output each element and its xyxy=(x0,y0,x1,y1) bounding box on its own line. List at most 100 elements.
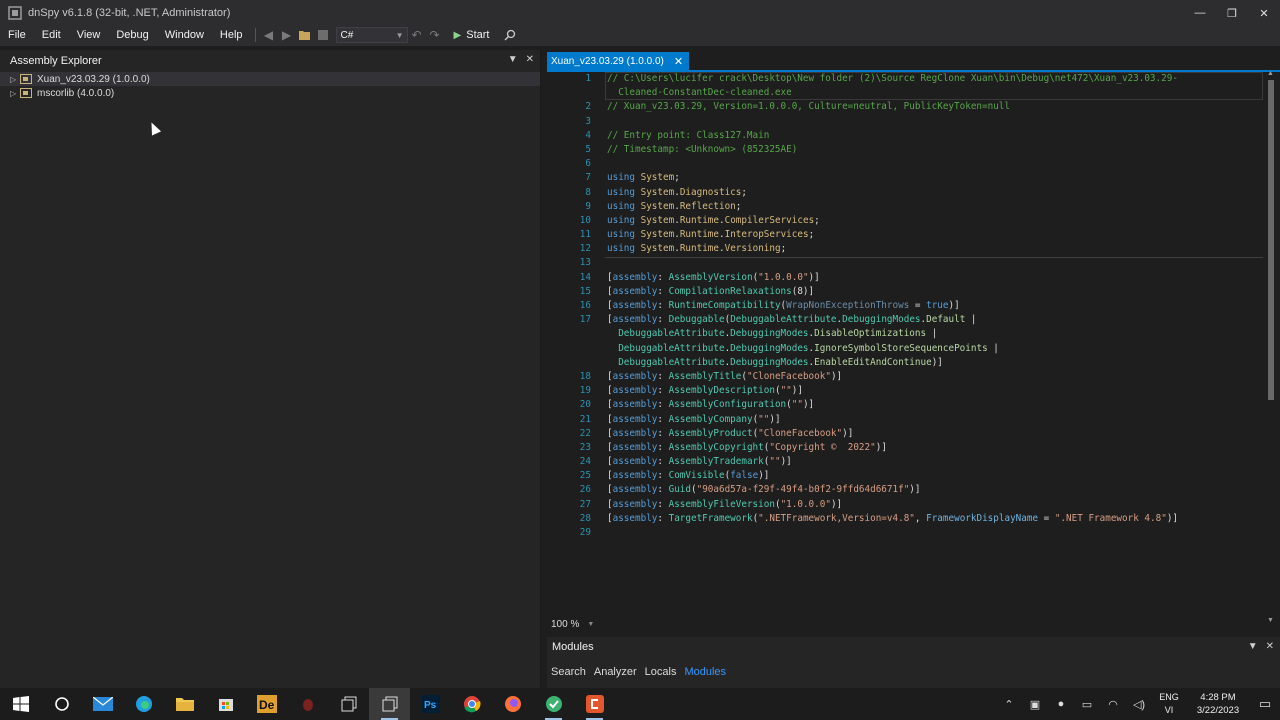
back-icon[interactable]: ◀ xyxy=(260,26,278,44)
modules-header: Modules ▼ ✕ xyxy=(547,637,1280,657)
dnspy-icon xyxy=(8,6,22,20)
tab-analyzer[interactable]: Analyzer xyxy=(590,666,641,678)
search-circle-icon[interactable] xyxy=(41,688,82,720)
redo-icon[interactable]: ↷ xyxy=(426,26,444,44)
code-line[interactable]: 1 // C:\Users\lucifer crack\Desktop\New f… xyxy=(547,72,1265,86)
window-stack-icon[interactable] xyxy=(328,688,369,720)
battery-icon[interactable]: ▭ xyxy=(1074,698,1100,711)
code-line[interactable]: 17 [assembly: Debuggable(DebuggableAttrib… xyxy=(547,313,1265,327)
tree-item-mscorlib[interactable]: ▷ mscorlib (4.0.0.0) xyxy=(0,86,540,100)
code-line[interactable]: 15 [assembly: CompilationRelaxations(8)] xyxy=(547,285,1265,299)
menu-help[interactable]: Help xyxy=(212,29,251,41)
firefox-icon[interactable] xyxy=(492,688,533,720)
tab-locals[interactable]: Locals xyxy=(641,666,681,678)
mail-icon[interactable] xyxy=(82,688,123,720)
close-window-button[interactable]: ✕ xyxy=(1248,0,1280,26)
code-line[interactable]: 22 [assembly: AssemblyProduct("CloneFaceb… xyxy=(547,427,1265,441)
code-line[interactable]: 5 // Timestamp: <Unknown> (852325AE) xyxy=(547,143,1265,157)
menu-view[interactable]: View xyxy=(69,29,109,41)
clock[interactable]: 4:28 PM 3/22/2023 xyxy=(1186,691,1250,717)
code-line[interactable]: 24 [assembly: AssemblyTrademark("")] xyxy=(547,455,1265,469)
line-number: 21 xyxy=(579,413,591,425)
open-list-icon[interactable] xyxy=(314,26,332,44)
restore-button[interactable]: ❐ xyxy=(1216,0,1248,26)
code-line[interactable]: 27 [assembly: AssemblyFileVersion("1.0.0.… xyxy=(547,498,1265,512)
red-app-icon[interactable] xyxy=(574,688,615,720)
document-tab[interactable]: Xuan_v23.03.29 (1.0.0.0) ✕ xyxy=(547,52,690,70)
code-line[interactable]: 14 [assembly: AssemblyVersion("1.0.0.0")] xyxy=(547,271,1265,285)
code-line[interactable]: 23 [assembly: AssemblyCopyright("Copyrigh… xyxy=(547,441,1265,455)
close-icon[interactable]: ✕ xyxy=(526,54,534,65)
code-view[interactable]: 1 // C:\Users\lucifer crack\Desktop\New f… xyxy=(547,72,1265,620)
code-line[interactable]: 19 [assembly: AssemblyDescription("")] xyxy=(547,384,1265,398)
dnspy-taskbar-icon[interactable] xyxy=(369,688,410,720)
code-line[interactable]: 8 using System.Diagnostics; xyxy=(547,186,1265,200)
menu-edit[interactable]: Edit xyxy=(34,29,69,41)
open-folder-icon[interactable] xyxy=(296,26,314,44)
expand-arrow-icon[interactable]: ▷ xyxy=(10,89,20,98)
scroll-up-icon[interactable]: ▲ xyxy=(1267,70,1274,77)
code-line[interactable]: DebuggableAttribute.DebuggingModes.Ignor… xyxy=(547,342,1265,356)
chevron-down-icon[interactable]: ▼ xyxy=(587,621,594,628)
close-tab-icon[interactable]: ✕ xyxy=(674,55,683,68)
code-line[interactable]: 13 xyxy=(547,256,1265,270)
code-line[interactable]: 7 using System; xyxy=(547,171,1265,185)
menu-file[interactable]: File xyxy=(0,29,34,41)
code-line[interactable]: 18 [assembly: AssemblyTitle("CloneFaceboo… xyxy=(547,370,1265,384)
edge-browser-icon[interactable] xyxy=(123,688,164,720)
scrollbar-thumb[interactable] xyxy=(1268,80,1274,400)
code-line[interactable]: 9 using System.Reflection; xyxy=(547,200,1265,214)
photoshop-icon[interactable]: Ps xyxy=(410,688,451,720)
code-line[interactable]: 21 [assembly: AssemblyCompany("")] xyxy=(547,413,1265,427)
code-line[interactable]: Cleaned-ConstantDec-cleaned.exe xyxy=(547,86,1265,100)
tree-item-xuan[interactable]: ▷ Xuan_v23.03.29 (1.0.0.0) xyxy=(0,72,540,86)
store-icon[interactable] xyxy=(205,688,246,720)
code-line[interactable]: 26 [assembly: Guid("90a6d57a-f29f-49f4-b0… xyxy=(547,483,1265,497)
code-line[interactable]: DebuggableAttribute.DebuggingModes.Enabl… xyxy=(547,356,1265,370)
code-line[interactable]: 28 [assembly: TargetFramework(".NETFramew… xyxy=(547,512,1265,526)
show-hidden-icons-icon[interactable]: ⌃ xyxy=(996,698,1022,711)
wifi-icon[interactable]: ◠ xyxy=(1100,698,1126,711)
code-line[interactable]: 4 // Entry point: Class127.Main xyxy=(547,129,1265,143)
expand-arrow-icon[interactable]: ▷ xyxy=(10,75,20,84)
start-debug-button[interactable]: ▶ Start xyxy=(454,29,490,41)
search-icon[interactable] xyxy=(501,26,519,44)
minimize-button[interactable]: — xyxy=(1184,0,1216,26)
code-line[interactable]: 16 [assembly: RuntimeCompatibility(WrapNo… xyxy=(547,299,1265,313)
language-select[interactable]: C# ▼ xyxy=(335,27,408,43)
de4dot-icon[interactable]: De xyxy=(246,688,287,720)
code-line[interactable]: 6 xyxy=(547,157,1265,171)
windows-start-icon[interactable] xyxy=(0,688,41,720)
zoom-level[interactable]: 100 % xyxy=(547,619,579,630)
chrome-icon[interactable] xyxy=(451,688,492,720)
code-line[interactable]: 10 using System.Runtime.CompilerServices; xyxy=(547,214,1265,228)
assembly-explorer-title: Assembly Explorer xyxy=(10,55,102,67)
forward-icon[interactable]: ▶ xyxy=(278,26,296,44)
green-app-icon[interactable] xyxy=(533,688,574,720)
microphone-icon[interactable]: ● xyxy=(1048,698,1074,710)
code-line[interactable]: 12 using System.Runtime.Versioning; xyxy=(547,242,1265,256)
code-text: [assembly: AssemblyCopyright("Copyright … xyxy=(607,441,887,453)
tab-search[interactable]: Search xyxy=(547,666,590,678)
vertical-scrollbar[interactable]: ▲ ▼ xyxy=(1266,70,1276,624)
input-language[interactable]: ENG VI xyxy=(1152,691,1186,717)
panel-menu-icon[interactable]: ▼ xyxy=(508,54,518,65)
device-icon[interactable]: ▣ xyxy=(1022,698,1048,711)
bug-tool-icon[interactable] xyxy=(287,688,328,720)
notification-icon[interactable]: ▭ xyxy=(1250,696,1280,712)
tab-modules[interactable]: Modules xyxy=(680,666,730,678)
menu-window[interactable]: Window xyxy=(157,29,212,41)
code-line[interactable]: 25 [assembly: ComVisible(false)] xyxy=(547,469,1265,483)
close-icon[interactable]: ✕ xyxy=(1266,641,1274,652)
file-explorer-icon[interactable] xyxy=(164,688,205,720)
volume-icon[interactable]: ◁) xyxy=(1126,698,1152,711)
code-line[interactable]: 2 // Xuan_v23.03.29, Version=1.0.0.0, Cul… xyxy=(547,100,1265,114)
code-line[interactable]: 11 using System.Runtime.InteropServices; xyxy=(547,228,1265,242)
code-line[interactable]: 3 xyxy=(547,115,1265,129)
code-line[interactable]: 20 [assembly: AssemblyConfiguration("")] xyxy=(547,398,1265,412)
menu-debug[interactable]: Debug xyxy=(108,29,156,41)
code-line[interactable]: 29 xyxy=(547,526,1265,540)
undo-icon[interactable]: ↶ xyxy=(408,26,426,44)
code-line[interactable]: DebuggableAttribute.DebuggingModes.Disab… xyxy=(547,327,1265,341)
panel-menu-icon[interactable]: ▼ xyxy=(1248,641,1258,652)
